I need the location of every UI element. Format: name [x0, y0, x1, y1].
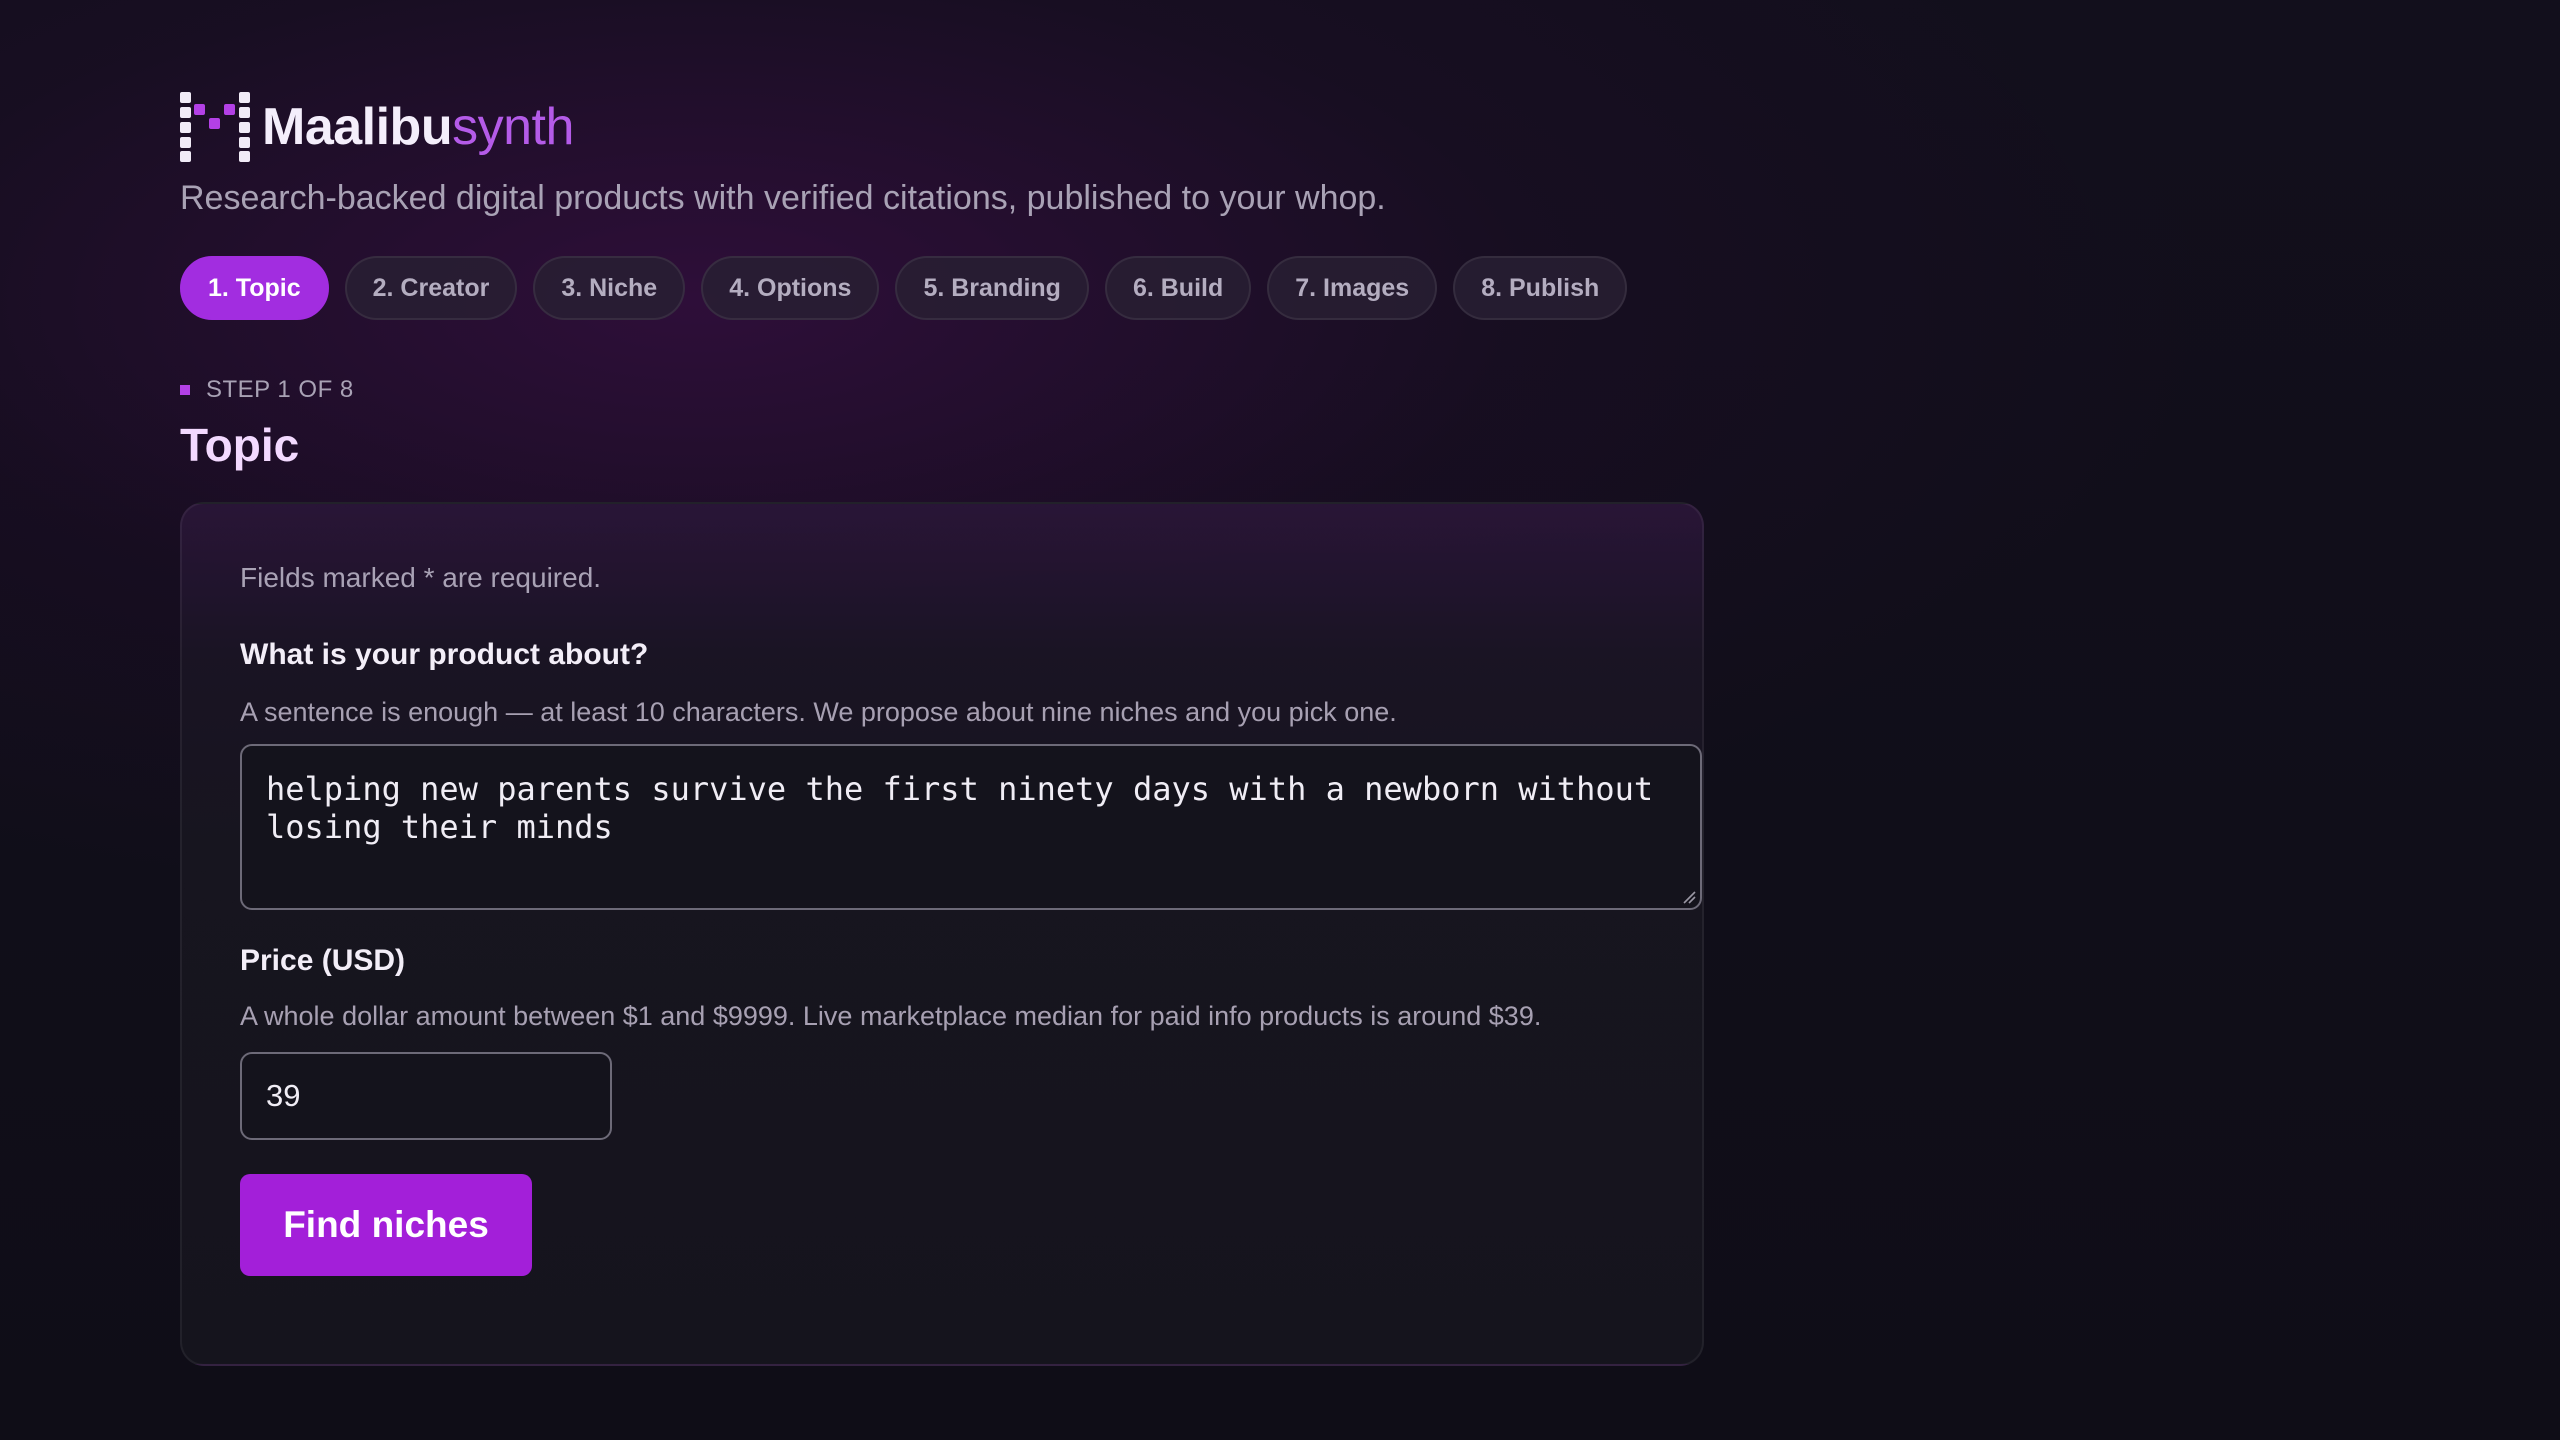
step-tab-branding[interactable]: 5. Branding: [895, 256, 1089, 320]
step-tab-build[interactable]: 6. Build: [1104, 256, 1252, 320]
page: Maalibusynth Research-backed digital pro…: [180, 92, 1704, 1366]
step-tab-topic[interactable]: 1. Topic: [180, 256, 329, 320]
step-indicator-text: STEP 1 OF 8: [206, 376, 354, 403]
brand-name: Maalibusynth: [262, 92, 574, 162]
logo-icon: [180, 92, 250, 162]
topic-help: A sentence is enough — at least 10 chara…: [240, 697, 1397, 727]
tagline: Research-backed digital products with ve…: [180, 179, 1386, 217]
brand-name-main: Maalibu: [262, 98, 453, 156]
find-niches-button[interactable]: Find niches: [240, 1174, 532, 1276]
step-tab-publish[interactable]: 8. Publish: [1453, 256, 1628, 320]
step-tab-creator[interactable]: 2. Creator: [344, 256, 518, 320]
step-tab-images[interactable]: 7. Images: [1267, 256, 1438, 320]
topic-textarea[interactable]: helping new parents survive the first ni…: [240, 744, 1702, 910]
page-title: Topic: [180, 419, 300, 471]
step-tab-options[interactable]: 4. Options: [701, 256, 880, 320]
required-note: Fields marked * are required.: [240, 562, 602, 593]
step-dot-icon: [180, 385, 190, 395]
step-indicator: STEP 1 OF 8: [180, 376, 1704, 404]
topic-label: What is your product about?: [240, 638, 649, 671]
brand: Maalibusynth: [180, 92, 1704, 162]
topic-form-card: Fields marked * are required. What is yo…: [180, 502, 1704, 1366]
price-label: Price (USD): [240, 944, 406, 977]
price-input[interactable]: 39: [240, 1052, 612, 1140]
resize-handle-icon[interactable]: [1682, 890, 1696, 904]
price-input-value: 39: [266, 1078, 301, 1113]
step-nav: 1. Topic 2. Creator 3. Niche 4. Options …: [180, 256, 1704, 320]
price-help: A whole dollar amount between $1 and $99…: [240, 1001, 1542, 1031]
step-tab-niche[interactable]: 3. Niche: [533, 256, 686, 320]
topic-textarea-value: helping new parents survive the first ni…: [266, 770, 1654, 846]
brand-name-accent: synth: [452, 98, 574, 156]
